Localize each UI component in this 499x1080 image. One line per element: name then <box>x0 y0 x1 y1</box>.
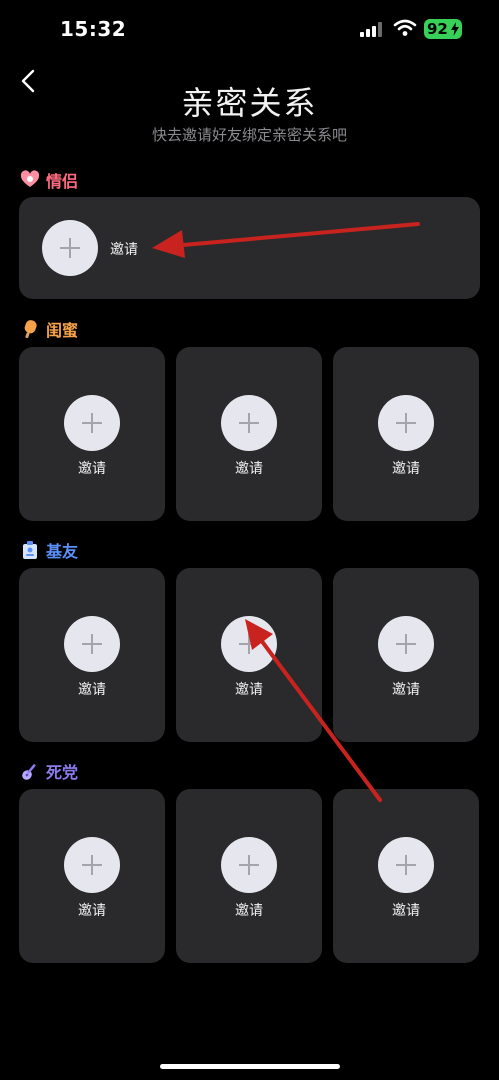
add-friend-button[interactable] <box>221 616 277 672</box>
invite-card-bestie-2[interactable]: 邀请 <box>176 347 322 521</box>
plus-icon <box>239 413 259 433</box>
plus-icon <box>396 855 416 875</box>
popsicle-icon <box>24 320 37 339</box>
invite-card-bestie-1[interactable]: 邀请 <box>19 347 165 521</box>
invite-card-buddy-2[interactable]: 邀请 <box>176 568 322 742</box>
wifi-icon <box>393 19 417 36</box>
page-title: 亲密关系 <box>181 84 318 122</box>
plus-icon <box>396 634 416 654</box>
cellular-signal-icon <box>360 22 382 37</box>
plus-icon <box>239 634 259 654</box>
invite-label: 邀请 <box>235 903 263 919</box>
plus-icon <box>396 413 416 433</box>
guitar-icon <box>22 764 36 780</box>
invite-card-buddy-3[interactable]: 邀请 <box>333 568 479 742</box>
invite-card-buddy-1[interactable]: 邀请 <box>19 568 165 742</box>
section-label-bestie: 闺蜜 <box>46 321 79 340</box>
battery-level: 92 <box>427 20 448 38</box>
invite-label: 邀请 <box>392 461 420 477</box>
status-time: 15:32 <box>60 17 127 41</box>
page-subtitle: 快去邀请好友绑定亲密关系吧 <box>151 126 347 144</box>
add-friend-button[interactable] <box>64 616 120 672</box>
section-label-pal: 死党 <box>46 763 79 782</box>
home-indicator <box>160 1064 340 1069</box>
invite-label: 邀请 <box>78 682 106 698</box>
invite-label: 邀请 <box>78 461 106 477</box>
plus-icon <box>60 238 80 258</box>
section-label-buddy: 基友 <box>46 542 79 561</box>
add-friend-button[interactable] <box>42 220 98 276</box>
add-friend-button[interactable] <box>64 837 120 893</box>
badge-icon <box>23 541 37 559</box>
charging-bolt-icon <box>451 22 459 36</box>
status-bar: 15:32 92 <box>0 0 499 60</box>
invite-label: 邀请 <box>78 903 106 919</box>
plus-icon <box>82 634 102 654</box>
section-header-buddy: 基友 <box>20 537 78 563</box>
add-friend-button[interactable] <box>64 395 120 451</box>
heart-icon <box>20 170 40 187</box>
invite-label: 邀请 <box>110 242 138 258</box>
add-friend-button[interactable] <box>221 837 277 893</box>
plus-icon <box>82 855 102 875</box>
invite-card-pal-2[interactable]: 邀请 <box>176 789 322 963</box>
invite-card-pal-1[interactable]: 邀请 <box>19 789 165 963</box>
invite-label: 邀请 <box>235 682 263 698</box>
invite-label: 邀请 <box>392 682 420 698</box>
add-friend-button[interactable] <box>378 395 434 451</box>
add-friend-button[interactable] <box>378 616 434 672</box>
section-label-couple: 情侣 <box>46 172 79 191</box>
battery-icon: 92 <box>424 19 462 39</box>
section-header-pal: 死党 <box>20 758 78 784</box>
section-header-couple: 情侣 <box>20 167 78 193</box>
add-friend-button[interactable] <box>378 837 434 893</box>
invite-card-bestie-3[interactable]: 邀请 <box>333 347 479 521</box>
add-friend-button[interactable] <box>221 395 277 451</box>
section-header-bestie: 闺蜜 <box>20 316 78 342</box>
plus-icon <box>239 855 259 875</box>
invite-card-pal-3[interactable]: 邀请 <box>333 789 479 963</box>
invite-label: 邀请 <box>235 461 263 477</box>
plus-icon <box>82 413 102 433</box>
invite-label: 邀请 <box>392 903 420 919</box>
invite-card-couple[interactable]: 邀请 <box>19 197 480 299</box>
